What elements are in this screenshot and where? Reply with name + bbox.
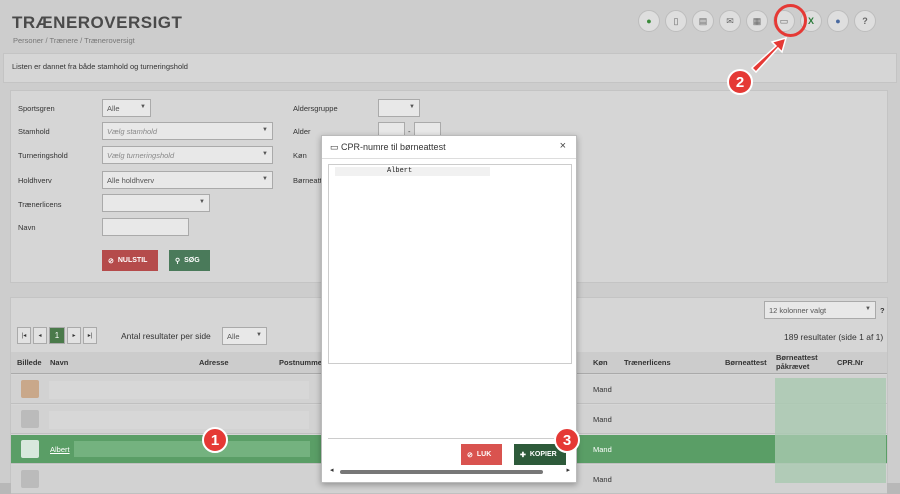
redacted-block	[775, 378, 886, 483]
ban-icon: ⊘	[467, 451, 473, 459]
ban-icon: ⊘	[108, 257, 114, 265]
navn-input[interactable]	[102, 218, 189, 236]
gender-cell: Mand	[593, 445, 612, 454]
col-traenerlicens[interactable]: Trænerlicens	[624, 358, 671, 367]
stamhold-label: Stamhold	[18, 127, 50, 136]
add-icon[interactable]: ●	[638, 10, 660, 32]
scroll-right-icon[interactable]: ▸	[566, 466, 570, 474]
koen-label: Køn	[293, 151, 307, 160]
modal-title: CPR-numre til børneattest	[341, 142, 446, 152]
search-button[interactable]: ⚲ SØG	[169, 250, 210, 271]
turneringshold-label: Turneringshold	[18, 151, 68, 160]
sportsgren-select[interactable]: Alle ▼	[102, 99, 151, 117]
chevron-down-icon: ▼	[865, 306, 871, 312]
arrow-pointer-icon	[750, 36, 788, 74]
step-badge-3: 3	[554, 427, 580, 453]
chevron-down-icon: ▼	[262, 127, 268, 133]
page-title: TRÆNEROVERSIGT	[12, 13, 183, 32]
document-icon[interactable]: ▯	[665, 10, 687, 32]
reset-button[interactable]: ⊘ NULSTIL	[102, 250, 158, 271]
turneringshold-select[interactable]: Vælg turneringshold ▼	[102, 146, 273, 164]
col-cpr[interactable]: CPR.Nr	[837, 358, 863, 367]
prev-page-button[interactable]: ◂	[33, 327, 47, 344]
current-page[interactable]: 1	[49, 327, 65, 344]
columns-select[interactable]: 12 kolonner valgt ▼	[764, 301, 876, 319]
avatar	[21, 410, 39, 428]
plus-icon: ✚	[520, 451, 526, 459]
modal-divider	[328, 438, 572, 439]
highlight-ring	[774, 4, 807, 37]
avatar	[21, 440, 39, 458]
stamhold-select[interactable]: Vælg stamhold ▼	[102, 122, 273, 140]
cpr-textarea[interactable]: Albert	[328, 164, 572, 364]
gender-cell: Mand	[593, 385, 612, 394]
redacted-block	[74, 441, 310, 457]
results-count: 189 resultater (side 1 af 1)	[784, 332, 884, 342]
avatar	[21, 470, 39, 488]
aldersgruppe-select[interactable]: ▼	[378, 99, 420, 117]
report-icon[interactable]: ▤	[692, 10, 714, 32]
per-page-label: Antal resultater per side	[121, 331, 211, 341]
first-page-button[interactable]: |◂	[17, 327, 31, 344]
calculator-icon[interactable]: ▦	[746, 10, 768, 32]
col-koen[interactable]: Køn	[593, 358, 608, 367]
chevron-down-icon: ▼	[256, 332, 262, 338]
help-icon[interactable]: ?	[854, 10, 876, 32]
step-badge-2: 2	[727, 69, 753, 95]
mail-icon[interactable]: ✉	[719, 10, 741, 32]
col-billede[interactable]: Billede	[17, 358, 42, 367]
step-badge-1: 1	[202, 427, 228, 453]
scroll-thumb[interactable]	[340, 470, 543, 474]
col-boerneattest-paakraevet[interactable]: Børneattest påkrævet	[776, 353, 824, 371]
alder-label: Alder	[293, 127, 311, 136]
navn-label: Navn	[18, 223, 36, 232]
redacted-block	[49, 411, 309, 429]
cpr-modal: ▭ CPR-numre til børneattest × Albert ⊘ LU…	[321, 135, 577, 483]
chevron-down-icon: ▼	[409, 104, 415, 110]
close-icon[interactable]: ×	[560, 140, 566, 152]
window-icon: ▭	[330, 142, 339, 152]
chevron-down-icon: ▼	[262, 176, 268, 182]
breadcrumb[interactable]: Personer / Trænere / Træneroversigt	[13, 36, 135, 45]
scroll-left-icon[interactable]: ◂	[330, 466, 334, 474]
chevron-down-icon: ▼	[262, 151, 268, 157]
aldersgruppe-label: Aldersgruppe	[293, 104, 338, 113]
globe-icon[interactable]: ●	[827, 10, 849, 32]
columns-help[interactable]: ?	[880, 306, 885, 315]
avatar	[21, 380, 39, 398]
traenerlicens-label: Trænerlicens	[18, 200, 62, 209]
name-link[interactable]: Albert	[50, 445, 70, 454]
col-postnummer[interactable]: Postnumme	[279, 358, 322, 367]
next-page-button[interactable]: ▸	[67, 327, 81, 344]
boerneattest-label: Børneatt	[293, 176, 322, 185]
chevron-down-icon: ▼	[199, 199, 205, 205]
toolbar: ● ▯ ▤ ✉ ▦ ▭ X ● ?	[638, 10, 876, 32]
cpr-line: Albert	[335, 167, 490, 176]
modal-header: ▭ CPR-numre til børneattest ×	[322, 136, 576, 159]
gender-cell: Mand	[593, 415, 612, 424]
search-icon: ⚲	[175, 257, 181, 265]
chevron-down-icon: ▼	[140, 104, 146, 110]
horizontal-scrollbar[interactable]: ◂ ▸	[328, 466, 572, 478]
per-page-select[interactable]: Alle ▼	[222, 327, 267, 345]
last-page-button[interactable]: ▸|	[83, 327, 97, 344]
luk-button[interactable]: ⊘ LUK	[461, 444, 502, 465]
col-boerneattest[interactable]: Børneattest	[725, 358, 767, 367]
traenerlicens-select[interactable]: ▼	[102, 194, 210, 212]
sportsgren-label: Sportsgren	[18, 104, 55, 113]
redacted-block	[49, 381, 309, 399]
col-adresse[interactable]: Adresse	[199, 358, 229, 367]
col-navn[interactable]: Navn	[50, 358, 68, 367]
holdhverv-select[interactable]: Alle holdhverv ▼	[102, 171, 273, 189]
holdhverv-label: Holdhverv	[18, 176, 52, 185]
pagination: |◂ ◂ 1 ▸ ▸|	[17, 327, 97, 344]
